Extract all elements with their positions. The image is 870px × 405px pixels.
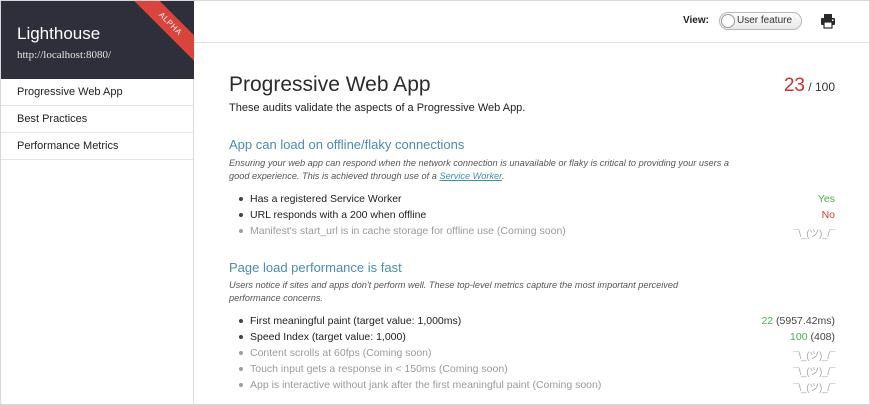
bullet (239, 229, 243, 233)
bullet (239, 367, 243, 371)
app-title: Lighthouse (17, 24, 101, 43)
audit-result-shrug: ¯\_(ツ)_/¯ (793, 367, 835, 378)
audit-metric: 22 (5957.42ms) (761, 315, 835, 327)
audit-label: Speed Index (target value: 1,000) (250, 331, 406, 343)
audit-row: Has a registered Service Worker Yes (239, 192, 835, 208)
audit-label: URL responds with a 200 when offline (250, 209, 427, 221)
app-frame: Lighthouse http://localhost:8080/ ALPHA … (0, 0, 870, 405)
toggle-knob (721, 14, 735, 28)
bullet (239, 351, 243, 355)
print-icon[interactable] (820, 13, 836, 29)
audit-label: Manifest's start_url is in cache storage… (250, 225, 566, 237)
section-description-performance: Users notice if sites and apps don't per… (229, 280, 679, 303)
sidebar-item-progressive-web-app[interactable]: Progressive Web App (1, 79, 193, 106)
audit-result: No (821, 209, 835, 221)
view-label: View: (683, 15, 709, 26)
audit-result-shrug: ¯\_(ツ)_/¯ (793, 351, 835, 362)
view-mode-toggle[interactable]: User feature (719, 12, 802, 30)
metric-score: 22 (761, 315, 774, 327)
section-description-end: . (501, 171, 505, 181)
audit-metric: 100 (408) (790, 331, 835, 343)
bullet (239, 197, 243, 201)
audit-row: Speed Index (target value: 1,000) 100 (4… (239, 330, 835, 346)
sidebar-item-best-practices[interactable]: Best Practices (1, 106, 193, 133)
metric-detail: (5957.42ms) (776, 315, 835, 327)
overall-score: 23 / 100 (784, 75, 835, 97)
audit-result-shrug: ¯\_(ツ)_/¯ (793, 383, 835, 394)
bullet (239, 335, 243, 339)
alpha-badge: ALPHA (128, 1, 194, 66)
audit-label: Has a registered Service Worker (250, 193, 402, 205)
audit-label: Touch input gets a response in < 150ms (… (250, 363, 508, 375)
audit-result-shrug: ¯\_(ツ)_/¯ (793, 229, 835, 240)
metric-score: 100 (790, 331, 808, 343)
audit-row: Manifest's start_url is in cache storage… (239, 224, 835, 240)
toggle-label: User feature (737, 15, 793, 26)
score-total: / 100 (808, 80, 835, 94)
audit-row: App is interactive without jank after th… (239, 378, 835, 394)
sidebar-nav: Progressive Web App Best Practices Perfo… (1, 79, 193, 160)
service-worker-link[interactable]: Service Worker (439, 171, 501, 181)
sidebar-item-performance-metrics[interactable]: Performance Metrics (1, 133, 193, 160)
sidebar-header: Lighthouse http://localhost:8080/ ALPHA (1, 1, 194, 79)
section-title-offline: App can load on offline/flaky connection… (229, 137, 465, 152)
audited-url: http://localhost:8080/ (17, 49, 112, 61)
audit-row: Touch input gets a response in < 150ms (… (239, 362, 835, 378)
bullet (239, 319, 243, 323)
page-subtitle: These audits validate the aspects of a P… (229, 102, 526, 114)
bullet (239, 213, 243, 217)
audit-row: URL responds with a 200 when offline No (239, 208, 835, 224)
metric-detail: (408) (810, 331, 835, 343)
section-description-offline: Ensuring your web app can respond when t… (229, 157, 729, 183)
audit-row: First meaningful paint (target value: 1,… (239, 314, 835, 330)
section-title-performance: Page load performance is fast (229, 260, 402, 275)
score-value: 23 (783, 75, 805, 96)
audit-label: First meaningful paint (target value: 1,… (250, 315, 462, 327)
audit-label: Content scrolls at 60fps (Coming soon) (250, 347, 432, 359)
bullet (239, 383, 243, 387)
page-title: Progressive Web App (229, 73, 431, 96)
sidebar: Lighthouse http://localhost:8080/ ALPHA … (1, 1, 194, 404)
top-bar: View: User feature (194, 1, 869, 43)
audit-label: App is interactive without jank after th… (250, 379, 602, 391)
audit-result: Yes (817, 193, 835, 205)
audit-row: Content scrolls at 60fps (Coming soon) ¯… (239, 346, 835, 362)
